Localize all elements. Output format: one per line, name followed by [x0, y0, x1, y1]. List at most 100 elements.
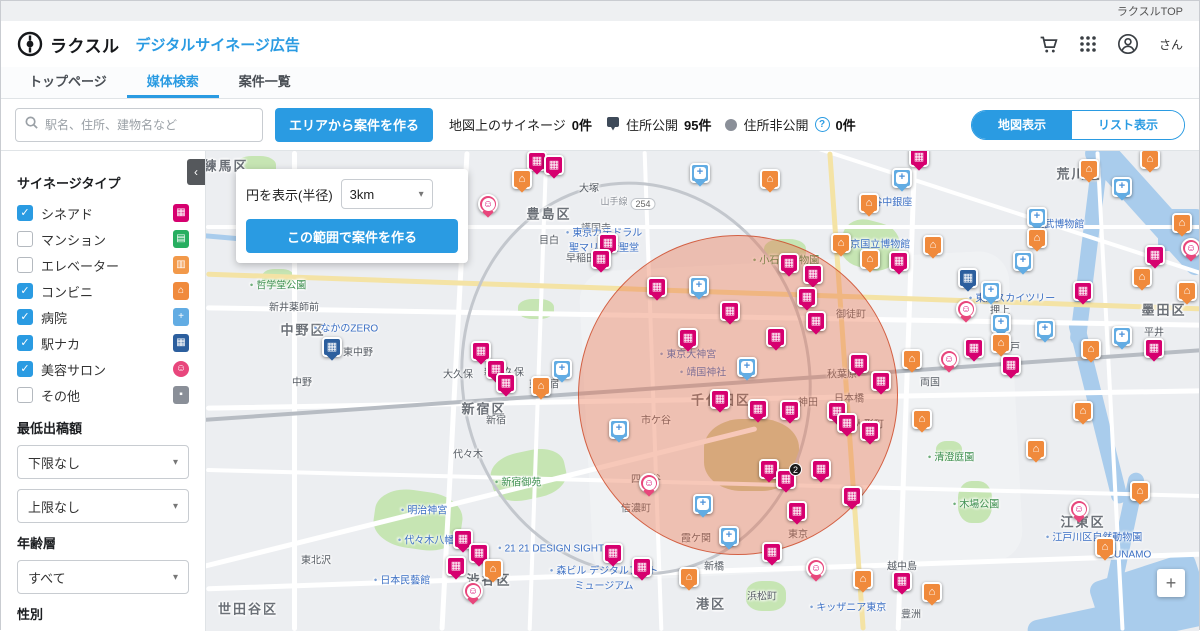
map-view-toggle[interactable]: 地図表示 — [972, 111, 1072, 139]
cinead-marker[interactable]: ▦ — [762, 542, 782, 562]
cinead-marker[interactable]: ▦ — [811, 459, 831, 479]
hospital-marker[interactable]: + — [719, 526, 739, 546]
checkbox-store[interactable]: ✓ — [17, 283, 33, 299]
cinead-marker[interactable]: ▦ — [806, 311, 826, 331]
hospital-marker[interactable]: + — [991, 313, 1011, 333]
cinead-marker[interactable]: ▦ — [889, 251, 909, 271]
convenience-marker[interactable]: ⌂ — [760, 169, 780, 189]
beauty-salon-marker[interactable]: ☺ — [806, 558, 826, 578]
cinead-marker[interactable]: ▦ — [591, 249, 611, 269]
filter-type-other[interactable]: その他▪ — [17, 382, 189, 408]
cinead-marker[interactable]: ▦ — [787, 501, 807, 521]
convenience-marker[interactable]: ⌂ — [512, 169, 532, 189]
convenience-marker[interactable]: ⌂ — [1073, 401, 1093, 421]
checkbox-other[interactable] — [17, 387, 33, 403]
cinead-marker[interactable]: ▦ — [849, 353, 869, 373]
convenience-marker[interactable]: ⌂ — [1132, 267, 1152, 287]
convenience-marker[interactable]: ⌂ — [1177, 281, 1197, 301]
filter-type-cinead[interactable]: ✓シネアド▦ — [17, 200, 189, 226]
cinead-marker[interactable]: ▦ — [860, 421, 880, 441]
convenience-marker[interactable]: ⌂ — [831, 233, 851, 253]
beauty-salon-marker[interactable]: ☺ — [1069, 499, 1089, 519]
convenience-marker[interactable]: ⌂ — [1079, 159, 1099, 179]
hospital-marker[interactable]: + — [693, 494, 713, 514]
convenience-marker[interactable]: ⌂ — [483, 559, 503, 579]
hospital-marker[interactable]: + — [1035, 319, 1055, 339]
cinead-marker[interactable]: ▦ — [1145, 245, 1165, 265]
beauty-salon-marker[interactable]: ☺ — [1181, 238, 1199, 258]
zoom-in-button[interactable]: + — [1157, 569, 1185, 597]
hospital-marker[interactable]: + — [981, 281, 1001, 301]
search-input[interactable] — [45, 118, 254, 132]
hospital-marker[interactable]: + — [737, 357, 757, 377]
cinead-marker[interactable]: ▦ — [720, 301, 740, 321]
beauty-salon-marker[interactable]: ☺ — [939, 349, 959, 369]
convenience-marker[interactable]: ⌂ — [923, 235, 943, 255]
cinead-marker[interactable]: ▦ — [842, 486, 862, 506]
account-icon[interactable] — [1117, 33, 1139, 55]
tab-media-search[interactable]: 媒体検索 — [127, 67, 219, 98]
cinead-marker[interactable]: ▦ — [748, 399, 768, 419]
cinead-marker[interactable]: ▦ — [797, 287, 817, 307]
hospital-marker[interactable]: + — [1112, 326, 1132, 346]
cinead-marker[interactable]: ▦ — [471, 341, 491, 361]
hospital-marker[interactable]: + — [1013, 251, 1033, 271]
search-input-wrapper[interactable] — [15, 108, 263, 142]
cinead-marker[interactable]: ▦ — [892, 571, 912, 591]
checkbox-cinead[interactable]: ✓ — [17, 205, 33, 221]
convenience-marker[interactable]: ⌂ — [860, 249, 880, 269]
convenience-marker[interactable]: ⌂ — [902, 349, 922, 369]
hospital-marker[interactable]: + — [689, 276, 709, 296]
checkbox-station[interactable]: ✓ — [17, 335, 33, 351]
create-from-area-button[interactable]: エリアから案件を作る — [275, 108, 433, 142]
convenience-marker[interactable]: ⌂ — [679, 567, 699, 587]
list-view-toggle[interactable]: リスト表示 — [1072, 111, 1184, 139]
hospital-marker[interactable]: + — [892, 168, 912, 188]
budget-upper-select[interactable]: 上限なし▾ — [17, 489, 189, 523]
brand-logo[interactable]: ラクスル — [17, 31, 120, 57]
convenience-marker[interactable]: ⌂ — [531, 376, 551, 396]
checkbox-elevator[interactable] — [17, 257, 33, 273]
convenience-marker[interactable]: ⌂ — [853, 569, 873, 589]
convenience-marker[interactable]: ⌂ — [912, 409, 932, 429]
apps-grid-icon[interactable] — [1079, 35, 1097, 53]
cinead-marker[interactable]: ▦ — [1073, 281, 1093, 301]
convenience-marker[interactable]: ⌂ — [991, 333, 1011, 353]
cinead-marker[interactable]: ▦ — [766, 327, 786, 347]
map-canvas[interactable]: 練馬区豊島区中野区新宿区千代田区港区渋谷区世田谷区江東区墨田区荒川区大塚山手線目… — [206, 151, 1199, 631]
cinead-marker[interactable]: ▦ — [909, 151, 929, 167]
cinead-marker[interactable]: ▦ — [964, 338, 984, 358]
beauty-salon-marker[interactable]: ☺ — [639, 473, 659, 493]
radius-select[interactable]: 3km ▾ — [341, 179, 433, 209]
filter-type-station[interactable]: ✓駅ナカ▦ — [17, 330, 189, 356]
hospital-marker[interactable]: + — [609, 419, 629, 439]
hospital-marker[interactable]: + — [1027, 207, 1047, 227]
cinead-marker[interactable]: ▦ — [632, 557, 652, 577]
station-marker[interactable]: ▦ — [958, 268, 978, 288]
cinead-marker[interactable]: ▦ — [1144, 338, 1164, 358]
cinead-marker[interactable]: ▦ — [803, 264, 823, 284]
cinead-marker[interactable]: ▦ — [710, 389, 730, 409]
filter-type-hospital[interactable]: ✓病院+ — [17, 304, 189, 330]
cinead-marker[interactable]: ▦ — [871, 371, 891, 391]
hospital-marker[interactable]: + — [1112, 177, 1132, 197]
tab-top-page[interactable]: トップページ — [9, 67, 127, 98]
cinead-marker[interactable]: ▦ — [647, 277, 667, 297]
convenience-marker[interactable]: ⌂ — [1130, 481, 1150, 501]
filter-type-store[interactable]: ✓コンビニ⌂ — [17, 278, 189, 304]
tab-project-list[interactable]: 案件一覧 — [219, 67, 311, 98]
checkbox-hospital[interactable]: ✓ — [17, 309, 33, 325]
cinead-marker[interactable]: ▦ — [837, 413, 857, 433]
convenience-marker[interactable]: ⌂ — [1140, 151, 1160, 169]
beauty-salon-marker[interactable]: ☺ — [956, 299, 976, 319]
raksul-top-link[interactable]: ラクスルTOP — [1117, 3, 1183, 19]
filter-type-mansion[interactable]: マンション▤ — [17, 226, 189, 252]
cinead-marker[interactable]: ▦ — [1001, 355, 1021, 375]
cinead-marker[interactable]: ▦ — [603, 543, 623, 563]
cinead-marker[interactable]: ▦2 — [776, 469, 796, 489]
beauty-salon-marker[interactable]: ☺ — [463, 581, 483, 601]
beauty-salon-marker[interactable]: ☺ — [478, 194, 498, 214]
cinead-marker[interactable]: ▦ — [446, 556, 466, 576]
convenience-marker[interactable]: ⌂ — [1081, 339, 1101, 359]
convenience-marker[interactable]: ⌂ — [1026, 439, 1046, 459]
